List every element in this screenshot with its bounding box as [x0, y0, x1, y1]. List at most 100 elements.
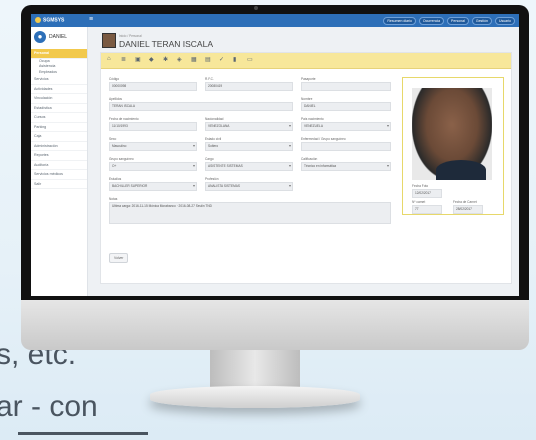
pais-nacimiento-select[interactable]: VENEZUELA	[301, 122, 391, 131]
calificacion-label: Calificación	[301, 157, 318, 161]
notas-textarea[interactable]: Ultima carga: 2016-11-15 Mónica Morabanc…	[109, 202, 391, 224]
estado-civil-field: Estado civil Soltero	[205, 137, 293, 151]
calendar-icon[interactable]: ▦	[191, 56, 197, 63]
apellidos-input[interactable]: TERAN ISCALA	[109, 102, 293, 111]
enfermedad-label: Enfermedad / Grupo sanguíneo	[301, 137, 346, 141]
camera-icon	[254, 6, 258, 10]
rfc-field: R.F.C. 20080419	[205, 77, 293, 91]
list-icon[interactable]: ≣	[121, 56, 126, 63]
hamburger-icon[interactable]: ≡	[89, 16, 93, 23]
profesion-select[interactable]: ANALISTA SISTEMAS	[205, 182, 293, 191]
rfc-label: R.F.C.	[205, 77, 214, 81]
sidebar-item-caja[interactable]: Caja	[31, 132, 87, 142]
employee-photo[interactable]	[412, 88, 492, 180]
fecha-carnet-input[interactable]: 28/02/2017	[453, 205, 483, 214]
sidebar-item-servicios[interactable]: Servicios	[31, 75, 87, 85]
nombre-field: Nombre DANIEL	[301, 97, 391, 111]
n-carnet-label: Nº carnet	[412, 200, 426, 204]
codigo-input[interactable]: 00000098	[109, 82, 197, 91]
estudios-field: Estudios BACHILLER SUPERIOR	[109, 177, 197, 191]
logo-icon	[35, 17, 41, 23]
pasaporte-input[interactable]	[301, 82, 391, 91]
apellidos-label: Apellidos	[109, 97, 122, 101]
sidebar-nav: Personal Ocupa Asistencia Empleados Serv…	[31, 49, 87, 189]
sidebar-item-vinculacion[interactable]: Vinculación	[31, 94, 87, 104]
cargo-label: Cargo	[205, 157, 214, 161]
doc-icon[interactable]: ▤	[205, 56, 211, 63]
sidebar-item-salir[interactable]: Salir	[31, 180, 87, 189]
sidebar-item-parking[interactable]: Parking	[31, 123, 87, 132]
top-button-group: Resumen diario Ocurrencia Personal Gesti…	[383, 17, 515, 25]
cargo-select[interactable]: ASISTENTE SISTEMAS	[205, 162, 293, 171]
n-carnet-field: Nº carnet 77	[412, 200, 442, 214]
apellidos-field: Apellidos TERAN ISCALA	[109, 97, 293, 111]
app-logo[interactable]: SGMSYS	[35, 17, 64, 23]
grid-icon[interactable]: ▭	[247, 56, 253, 63]
check-icon[interactable]: ✓	[219, 56, 224, 63]
sidebar-item-reportes[interactable]: Reportes	[31, 151, 87, 161]
calificacion-select[interactable]: Técnico en informática	[301, 162, 391, 171]
top-button-ocurrencia[interactable]: Ocurrencia	[418, 17, 445, 25]
top-bar: SGMSYS ≡ Resumen diario Ocurrencia Perso…	[31, 14, 519, 27]
sidebar-item-personal[interactable]: Personal	[31, 49, 87, 59]
user-avatar-icon: ●	[34, 31, 46, 43]
enfermedad-input[interactable]	[301, 142, 391, 151]
pais-nacimiento-field: País nacimiento VENEZUELA	[301, 117, 391, 131]
employee-thumbnail	[102, 33, 116, 48]
estudios-select[interactable]: BACHILLER SUPERIOR	[109, 182, 197, 191]
sexo-label: Sexo	[109, 137, 117, 141]
nombre-input[interactable]: DANIEL	[301, 102, 391, 111]
top-button-gestion[interactable]: Gestión	[471, 17, 492, 25]
page-title: DANIEL TERAN ISCALA	[119, 39, 214, 49]
sidebar-item-actividades[interactable]: Actividades	[31, 85, 87, 94]
sidebar-item-cursos[interactable]: Cursos	[31, 113, 87, 123]
fecha-foto-field: Fecha Foto 12/02/2017	[412, 184, 442, 198]
nombre-label: Nombre	[301, 97, 313, 101]
file-icon[interactable]: ▮	[233, 56, 236, 63]
briefcase-icon[interactable]: ▣	[135, 56, 141, 63]
grupo-sanguineo-select[interactable]: O+	[109, 162, 197, 171]
fecha-foto-label: Fecha Foto	[412, 184, 429, 188]
photo-shirt	[436, 160, 486, 180]
grupo-sanguineo-field: Grupo sanguíneo O+	[109, 157, 197, 171]
fecha-nacimiento-input[interactable]: 11/10/1993	[109, 122, 197, 131]
form-toolbar: ⌂ ≣ ▣ ◆ ✱ ◈ ▦ ▤ ✓ ▮ ▭	[101, 53, 511, 69]
top-button-usuario[interactable]: Usuario	[494, 17, 515, 25]
shield-icon[interactable]: ◈	[177, 56, 182, 63]
calificacion-field: Calificación Técnico en informática	[301, 157, 391, 171]
sidebar-item-servicios-medicos[interactable]: Servicios médicos	[31, 170, 87, 180]
fecha-carnet-label: Fecha de Carnet	[453, 200, 477, 204]
n-carnet-input[interactable]: 77	[412, 205, 442, 214]
estado-civil-select[interactable]: Soltero	[205, 142, 293, 151]
sexo-select[interactable]: Masculino	[109, 142, 197, 151]
estudios-label: Estudios	[109, 177, 122, 181]
notas-field: Notas Ultima carga: 2016-11-15 Mónica Mo…	[109, 197, 391, 224]
user-panel[interactable]: ● DANIEL	[34, 31, 67, 43]
home-icon[interactable]: ⌂	[107, 56, 111, 62]
sidebar-item-estadistica[interactable]: Estadística	[31, 104, 87, 113]
top-button-resumen[interactable]: Resumen diario	[383, 17, 416, 25]
estado-civil-label: Estado civil	[205, 137, 222, 141]
rfc-input[interactable]: 20080419	[205, 82, 293, 91]
background-caption-2: ar - con	[0, 390, 98, 423]
monitor-base	[150, 386, 360, 408]
cargo-field: Cargo ASISTENTE SISTEMAS	[205, 157, 293, 171]
top-button-personal[interactable]: Personal	[447, 17, 469, 25]
fecha-nacimiento-field: Fecha de nacimiento 11/10/1993	[109, 117, 197, 131]
main-content: Inicio / Personal DANIEL TERAN ISCALA ⌂ …	[88, 27, 519, 296]
car-icon[interactable]: ◆	[149, 56, 154, 63]
fecha-foto-input[interactable]: 12/02/2017	[412, 189, 442, 198]
back-button[interactable]: Volver	[109, 253, 129, 263]
screen: SGMSYS ≡ Resumen diario Ocurrencia Perso…	[31, 14, 519, 296]
nacionalidad-label: Nacionalidad	[205, 117, 224, 121]
nacionalidad-field: Nacionalidad VENEZOLANA	[205, 117, 293, 131]
breadcrumb[interactable]: Inicio / Personal	[119, 34, 142, 38]
user-name: DANIEL	[49, 34, 68, 40]
employee-photo-box: Fecha Foto 12/02/2017 Nº carnet 77 Fecha…	[402, 77, 504, 215]
sidebar-item-administracion[interactable]: Administración	[31, 142, 87, 151]
enfermedad-field: Enfermedad / Grupo sanguíneo	[301, 137, 391, 151]
nacionalidad-select[interactable]: VENEZOLANA	[205, 122, 293, 131]
star-icon[interactable]: ✱	[163, 56, 168, 63]
profesion-field: Profesión ANALISTA SISTEMAS	[205, 177, 293, 191]
sidebar-item-auditoria[interactable]: Auditoría	[31, 161, 87, 170]
